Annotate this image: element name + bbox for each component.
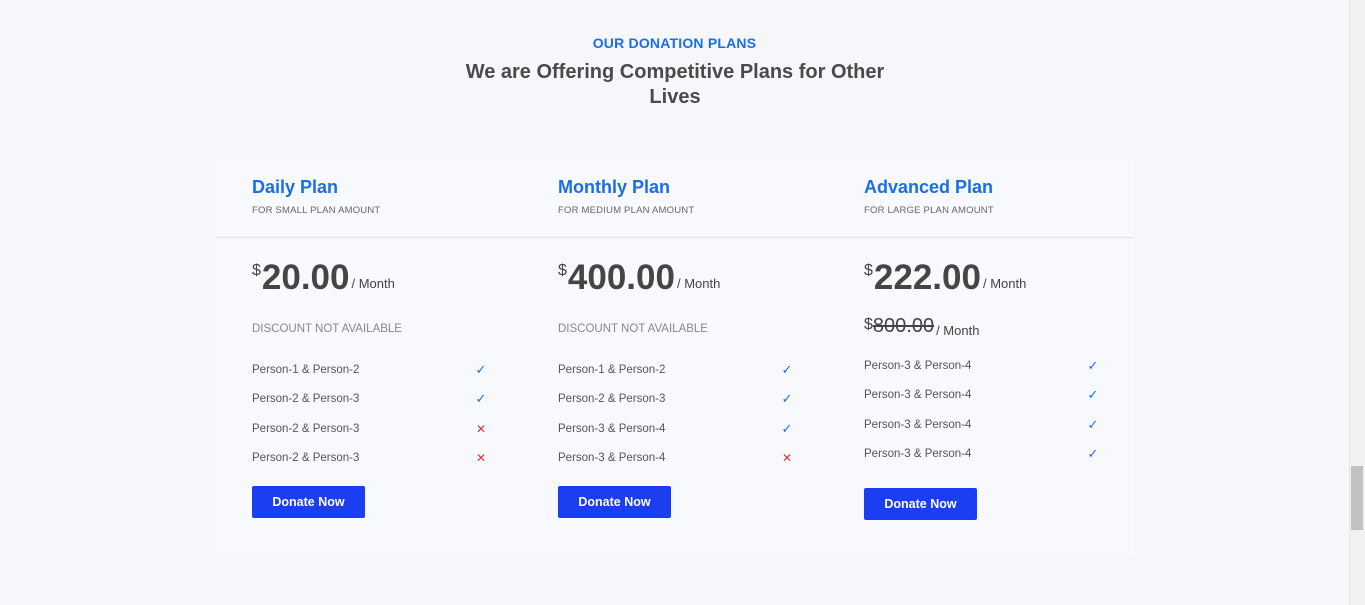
feature-item: Person-2 & Person-3 ✕ xyxy=(252,444,488,474)
check-icon: ✓ xyxy=(1087,446,1099,462)
price-period: / Month xyxy=(351,276,395,291)
feature-item: Person-3 & Person-4 ✓ xyxy=(558,414,794,444)
original-price: $ 800.00 / Month xyxy=(864,314,979,338)
feature-item: Person-3 & Person-4 ✓ xyxy=(864,410,1100,440)
feature-label: Person-2 & Person-3 xyxy=(252,452,360,465)
original-price-period: / Month xyxy=(936,323,980,338)
discount-note: DISCOUNT NOT AVAILABLE xyxy=(558,323,708,335)
check-icon: ✓ xyxy=(475,391,487,407)
donation-plans-page: OUR DONATION PLANS We are Offering Compe… xyxy=(0,0,1349,605)
price-currency: $ xyxy=(252,262,261,279)
original-price-amount: 800.00 xyxy=(872,315,935,337)
feature-label: Person-3 & Person-4 xyxy=(864,389,972,402)
donate-now-button[interactable]: Donate Now xyxy=(864,488,977,520)
feature-list: Person-1 & Person-2 ✓ Person-2 & Person-… xyxy=(558,355,794,473)
plan-title: Monthly Plan xyxy=(558,177,670,197)
plan-subtitle: FOR LARGE PLAN AMOUNT xyxy=(864,205,994,216)
check-icon: ✓ xyxy=(781,361,793,377)
donate-now-button[interactable]: Donate Now xyxy=(558,486,671,518)
plan-price: $ 400.00 / Month xyxy=(558,258,720,298)
feature-list: Person-3 & Person-4 ✓ Person-3 & Person-… xyxy=(864,351,1100,469)
feature-item: Person-1 & Person-2 ✓ xyxy=(558,355,794,385)
feature-label: Person-1 & Person-2 xyxy=(252,363,360,376)
check-icon: ✓ xyxy=(475,361,487,377)
price-period: / Month xyxy=(982,276,1027,291)
scrollbar-thumb[interactable] xyxy=(1351,466,1363,530)
check-icon: ✓ xyxy=(781,391,793,407)
feature-item: Person-3 & Person-4 ✓ xyxy=(864,351,1100,381)
price-amount: 222.00 xyxy=(873,258,981,297)
feature-item: Person-2 & Person-3 ✓ xyxy=(252,385,488,415)
plan-card-monthly: Monthly Plan FOR MEDIUM PLAN AMOUNT $ 40… xyxy=(522,160,828,555)
cross-icon: ✕ xyxy=(475,421,487,436)
donate-now-button[interactable]: Donate Now xyxy=(252,486,365,518)
check-icon: ✓ xyxy=(1087,357,1099,373)
feature-label: Person-2 & Person-3 xyxy=(252,393,360,406)
feature-item: Person-3 & Person-4 ✓ xyxy=(864,440,1100,470)
feature-label: Person-1 & Person-2 xyxy=(558,363,666,376)
price-amount: 20.00 xyxy=(261,258,350,297)
plan-subtitle: FOR MEDIUM PLAN AMOUNT xyxy=(558,205,695,216)
feature-label: Person-3 & Person-4 xyxy=(558,422,666,435)
feature-item: Person-1 & Person-2 ✓ xyxy=(252,355,488,385)
section-headline: We are Offering Competitive Plans for Ot… xyxy=(465,61,885,108)
feature-list: Person-1 & Person-2 ✓ Person-2 & Person-… xyxy=(252,355,488,473)
feature-item: Person-3 & Person-4 ✕ xyxy=(558,444,794,474)
plan-card-advanced: Advanced Plan FOR LARGE PLAN AMOUNT $ 22… xyxy=(828,160,1134,555)
discount-note: DISCOUNT NOT AVAILABLE xyxy=(252,323,402,335)
page-scrollbar[interactable] xyxy=(1349,0,1365,605)
check-icon: ✓ xyxy=(1087,387,1099,403)
feature-label: Person-3 & Person-4 xyxy=(864,448,972,461)
plan-card-daily: Daily Plan FOR SMALL PLAN AMOUNT $ 20.00… xyxy=(216,160,522,555)
original-price-currency: $ xyxy=(864,316,873,333)
feature-label: Person-3 & Person-4 xyxy=(558,452,666,465)
feature-item: Person-2 & Person-3 ✕ xyxy=(252,414,488,444)
price-currency: $ xyxy=(558,262,567,279)
plan-subtitle: FOR SMALL PLAN AMOUNT xyxy=(252,205,381,216)
plan-title: Advanced Plan xyxy=(864,177,994,197)
price-period: / Month xyxy=(676,276,721,291)
feature-label: Person-3 & Person-4 xyxy=(864,418,972,431)
cross-icon: ✕ xyxy=(475,451,487,466)
feature-item: Person-3 & Person-4 ✓ xyxy=(864,381,1100,411)
plans-panel: Daily Plan FOR SMALL PLAN AMOUNT $ 20.00… xyxy=(216,160,1133,555)
feature-item: Person-2 & Person-3 ✓ xyxy=(558,385,794,415)
price-amount: 400.00 xyxy=(567,258,675,297)
price-currency: $ xyxy=(864,262,873,279)
feature-label: Person-3 & Person-4 xyxy=(864,359,972,372)
check-icon: ✓ xyxy=(1087,416,1099,432)
plan-title: Daily Plan xyxy=(252,177,339,197)
cross-icon: ✕ xyxy=(781,451,793,466)
feature-label: Person-2 & Person-3 xyxy=(252,422,360,435)
plan-price: $ 222.00 / Month xyxy=(864,258,1026,298)
plan-price: $ 20.00 / Month xyxy=(252,258,395,298)
check-icon: ✓ xyxy=(781,420,793,436)
feature-label: Person-2 & Person-3 xyxy=(558,393,666,406)
section-eyebrow: OUR DONATION PLANS xyxy=(592,35,757,51)
